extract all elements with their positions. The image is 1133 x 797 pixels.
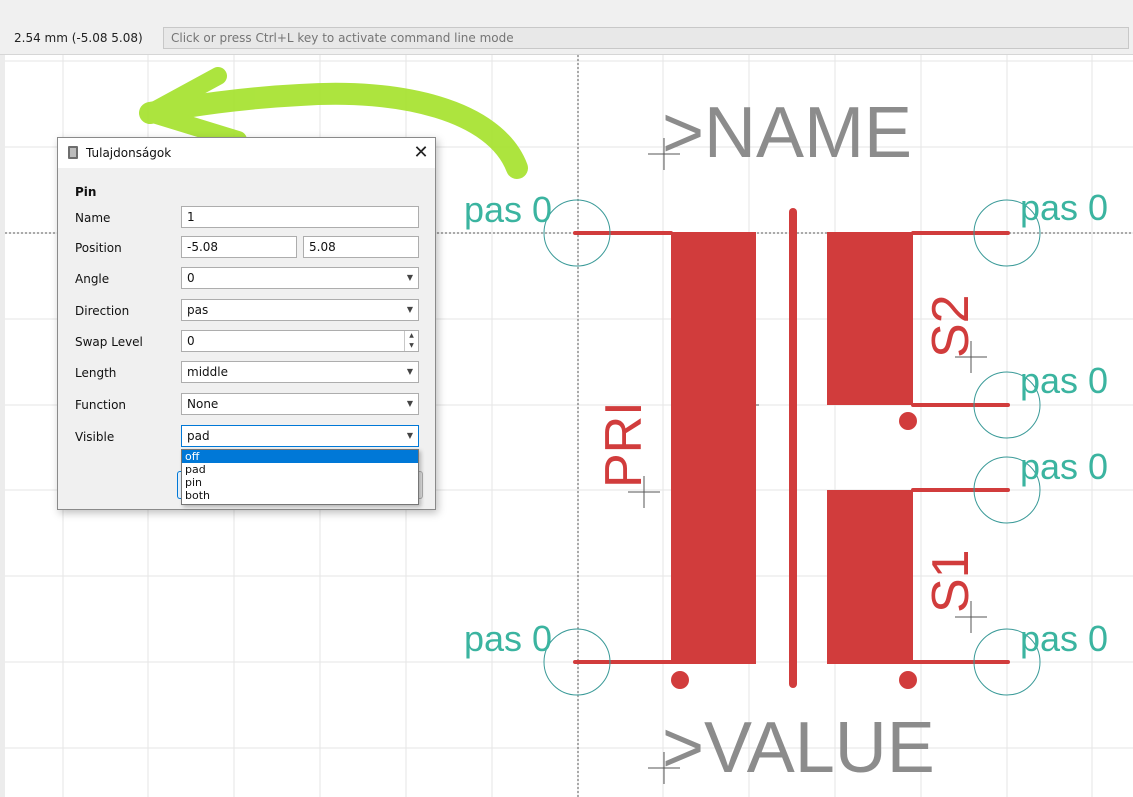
option-both[interactable]: both xyxy=(182,489,418,502)
angle-select[interactable]: 0 xyxy=(181,267,419,289)
visible-label: Visible xyxy=(75,430,115,444)
secondary-winding-1 xyxy=(827,490,913,664)
value-label: >VALUE xyxy=(662,708,935,788)
pin-label: pas 0 xyxy=(1020,360,1108,401)
command-bar: 2.54 mm (-5.08 5.08) xyxy=(0,22,1133,55)
option-pin[interactable]: pin xyxy=(182,476,418,489)
swap-level-value: 0 xyxy=(187,334,195,348)
angle-label: Angle xyxy=(75,272,110,286)
secondary2-label: S2 xyxy=(922,294,980,358)
pin-labels: pas 0 pas 0 pas 0 pas 0 pas 0 pas 0 xyxy=(464,187,1108,659)
pin-label: pas 0 xyxy=(1020,446,1108,487)
swap-level-label: Swap Level xyxy=(75,335,143,349)
primary-winding xyxy=(671,232,756,664)
polarity-dot xyxy=(899,412,917,430)
pin-label: pas 0 xyxy=(464,618,552,659)
function-select[interactable]: None xyxy=(181,393,419,415)
length-label: Length xyxy=(75,366,117,380)
function-label: Function xyxy=(75,398,127,412)
stepper-up-icon[interactable]: ▲ xyxy=(405,331,418,341)
dialog-titlebar[interactable]: Tulajdonságok ✕ xyxy=(58,138,435,168)
position-label: Position xyxy=(75,241,122,255)
primary-label: PRI xyxy=(595,401,653,488)
canvas-left-edge xyxy=(0,55,5,797)
visible-dropdown-list[interactable]: off pad pin both xyxy=(181,449,419,505)
section-heading: Pin xyxy=(75,185,97,199)
pin-label: pas 0 xyxy=(464,189,552,230)
visible-select[interactable]: pad xyxy=(181,425,419,447)
secondary1-label: S1 xyxy=(922,549,980,613)
position-x-field[interactable]: -5.08 xyxy=(181,236,297,258)
name-field[interactable]: 1 xyxy=(181,206,419,228)
polarity-dot xyxy=(899,671,917,689)
close-icon[interactable]: ✕ xyxy=(410,142,432,164)
stepper-arrows[interactable]: ▲ ▼ xyxy=(404,331,418,351)
name-label: Name xyxy=(75,211,111,225)
option-pad[interactable]: pad xyxy=(182,463,418,476)
option-off[interactable]: off xyxy=(182,450,418,463)
core-bar xyxy=(789,208,797,688)
length-select[interactable]: middle xyxy=(181,361,419,383)
name-label: >NAME xyxy=(662,93,912,173)
window-top-strip xyxy=(0,0,1133,22)
direction-select[interactable]: pas xyxy=(181,299,419,321)
secondary-winding-2 xyxy=(827,232,913,405)
stepper-down-icon[interactable]: ▼ xyxy=(405,341,418,351)
coordinate-readout: 2.54 mm (-5.08 5.08) xyxy=(14,31,143,45)
dialog-title: Tulajdonságok xyxy=(86,146,172,160)
pin-label: pas 0 xyxy=(1020,618,1108,659)
swap-level-stepper[interactable]: 0 ▲ ▼ xyxy=(181,330,419,352)
polarity-dot xyxy=(671,671,689,689)
properties-icon xyxy=(68,146,78,159)
direction-label: Direction xyxy=(75,304,130,318)
position-y-field[interactable]: 5.08 xyxy=(303,236,419,258)
pin-label: pas 0 xyxy=(1020,187,1108,228)
command-line-input[interactable] xyxy=(163,27,1129,49)
